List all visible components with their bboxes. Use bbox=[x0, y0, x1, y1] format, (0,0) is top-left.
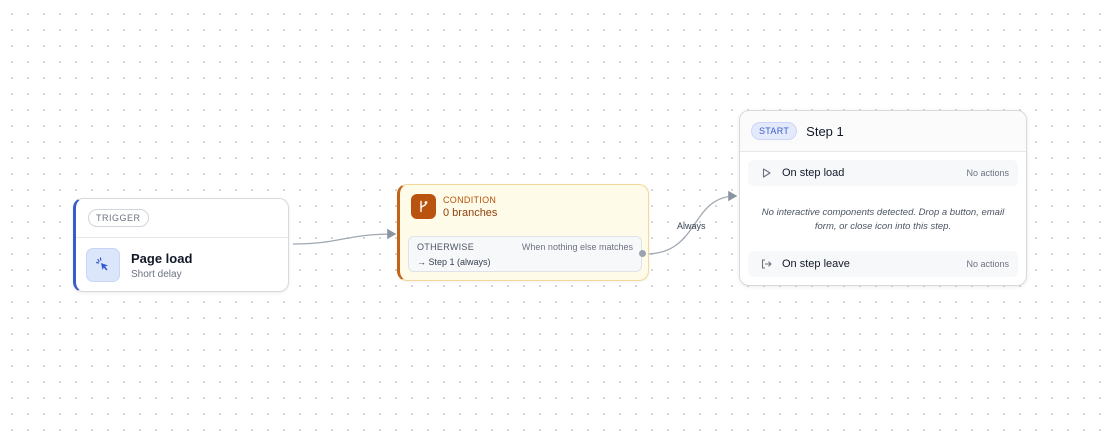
edge-label-always: Always bbox=[677, 221, 706, 231]
trigger-badge: TRIGGER bbox=[88, 209, 149, 227]
on-step-load-status: No actions bbox=[966, 168, 1009, 178]
edge-trigger-to-condition[interactable] bbox=[292, 228, 397, 245]
condition-kicker: CONDITION bbox=[443, 194, 497, 205]
otherwise-target: → Step 1 (always) bbox=[417, 257, 491, 267]
branch-icon bbox=[411, 194, 436, 219]
otherwise-when: When nothing else matches bbox=[521, 242, 633, 252]
condition-node[interactable]: CONDITION 0 branches OTHERWISE When noth… bbox=[397, 184, 649, 281]
play-icon bbox=[760, 168, 772, 178]
on-step-load-row[interactable]: On step load No actions bbox=[748, 160, 1018, 186]
trigger-node-body: Page load Short delay bbox=[76, 238, 288, 292]
step-node[interactable]: START Step 1 On step load No actions No … bbox=[739, 110, 1027, 286]
trigger-title: Page load bbox=[131, 250, 193, 266]
on-step-leave-label: On step leave bbox=[782, 258, 850, 270]
cursor-click-icon bbox=[86, 248, 120, 282]
start-badge: START bbox=[751, 122, 798, 140]
on-step-load-label: On step load bbox=[782, 167, 845, 179]
on-step-leave-status: No actions bbox=[966, 259, 1009, 269]
otherwise-branch[interactable]: OTHERWISE When nothing else matches → St… bbox=[408, 236, 642, 272]
empty-components-note: No interactive components detected. Drop… bbox=[761, 207, 1005, 232]
trigger-node-header: TRIGGER bbox=[76, 199, 288, 238]
trigger-subtitle: Short delay bbox=[131, 268, 182, 280]
exit-icon bbox=[760, 259, 772, 269]
trigger-node[interactable]: TRIGGER Page load Short delay bbox=[73, 198, 289, 292]
condition-header: CONDITION 0 branches bbox=[400, 185, 648, 219]
on-step-leave-row[interactable]: On step leave No actions bbox=[748, 251, 1018, 277]
step-header: START Step 1 bbox=[740, 111, 1026, 152]
step-title: Step 1 bbox=[806, 123, 844, 139]
condition-title: 0 branches bbox=[443, 206, 498, 219]
otherwise-label: OTHERWISE bbox=[417, 242, 475, 252]
condition-output-handle[interactable] bbox=[639, 250, 646, 257]
